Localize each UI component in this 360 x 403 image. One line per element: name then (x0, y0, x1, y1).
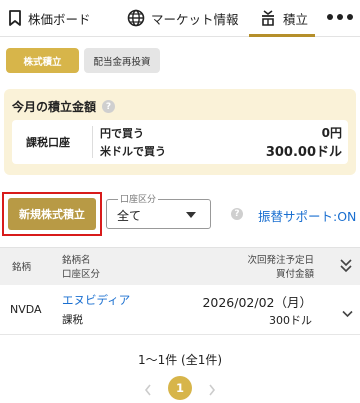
new-stock-savings-button[interactable]: 新規株式積立 (8, 198, 96, 230)
tab-stock-savings[interactable]: 株式積立 (6, 48, 79, 73)
column-next-order-date: 次回発注予定日 (247, 255, 314, 266)
pagination: 1 (140, 374, 220, 402)
chevron-right-icon[interactable] (208, 381, 216, 400)
account-cell: 課税 (62, 314, 83, 326)
help-icon[interactable]: ? (102, 100, 116, 113)
buy-in-usd-value: 300.00ドル (265, 145, 342, 160)
savings-pot-icon (259, 9, 277, 27)
nav-item-label: 株価ボード (28, 11, 91, 27)
ticker-cell: NVDA (10, 303, 42, 316)
tab-dividend-reinvestment[interactable]: 配当金再投資 (84, 48, 160, 73)
more-dots-icon[interactable] (327, 10, 353, 24)
new-savings-highlight: 新規株式積立 (2, 192, 102, 236)
account-select-value: 全て (117, 209, 142, 223)
buy-in-usd-label: 米ドルで買う (100, 145, 166, 158)
nav-item-label: マーケット情報 (151, 11, 239, 27)
expand-all-icon[interactable] (340, 258, 352, 278)
account-select-label: 口座区分 (118, 192, 159, 205)
monthly-savings-title: 今月の積立金額 ? (12, 98, 116, 115)
monthly-savings-card: 今月の積立金額 ? 課税口座 円で買う 0円 米ドルで買う 300.00ドル (4, 89, 356, 175)
chevron-down-icon[interactable] (342, 303, 353, 322)
next-order-date-cell: 2026/02/02（月） (202, 295, 312, 310)
nav-item-market-info[interactable]: マーケット情報 (127, 0, 249, 36)
column-account: 口座区分 (62, 269, 101, 280)
caret-down-icon (186, 212, 196, 218)
column-name: 銘柄名 (62, 255, 91, 266)
monthly-savings-detail: 課税口座 円で買う 0円 米ドルで買う 300.00ドル (12, 120, 348, 164)
bookmark-icon (8, 10, 22, 26)
nav-item-savings[interactable]: 積立 (249, 0, 315, 37)
nav-item-label: 積立 (283, 11, 309, 27)
nav-item-stock-board[interactable]: 株価ボード (8, 0, 108, 36)
table-header: 銘柄 銘柄名 口座区分 次回発注予定日 買付金額 (0, 247, 360, 285)
stock-name-link[interactable]: エヌビディア (62, 292, 130, 308)
divider (92, 126, 93, 158)
pagination-summary: 1～1件 (全1件) (137, 353, 223, 367)
buy-in-yen-label: 円で買う (100, 127, 144, 140)
buy-in-yen-value: 0円 (321, 126, 342, 140)
top-navigation: 株価ボード マーケット情報 積立 (0, 0, 360, 37)
column-purchase-amount: 買付金額 (275, 269, 314, 280)
help-icon[interactable]: ? (231, 208, 243, 220)
transfer-support-link[interactable]: 振替サポート:ON (258, 206, 356, 225)
page-1-button[interactable]: 1 (168, 376, 192, 400)
column-ticker: 銘柄 (12, 262, 32, 273)
card-title-text: 今月の積立金額 (12, 100, 97, 114)
globe-icon (127, 9, 145, 27)
chevron-left-icon[interactable] (144, 381, 152, 400)
table-row[interactable]: NVDA エヌビディア 課税 2026/02/02（月） 300ドル (0, 285, 360, 335)
purchase-amount-cell: 300ドル (269, 314, 312, 327)
account-type-label: 課税口座 (26, 136, 70, 149)
